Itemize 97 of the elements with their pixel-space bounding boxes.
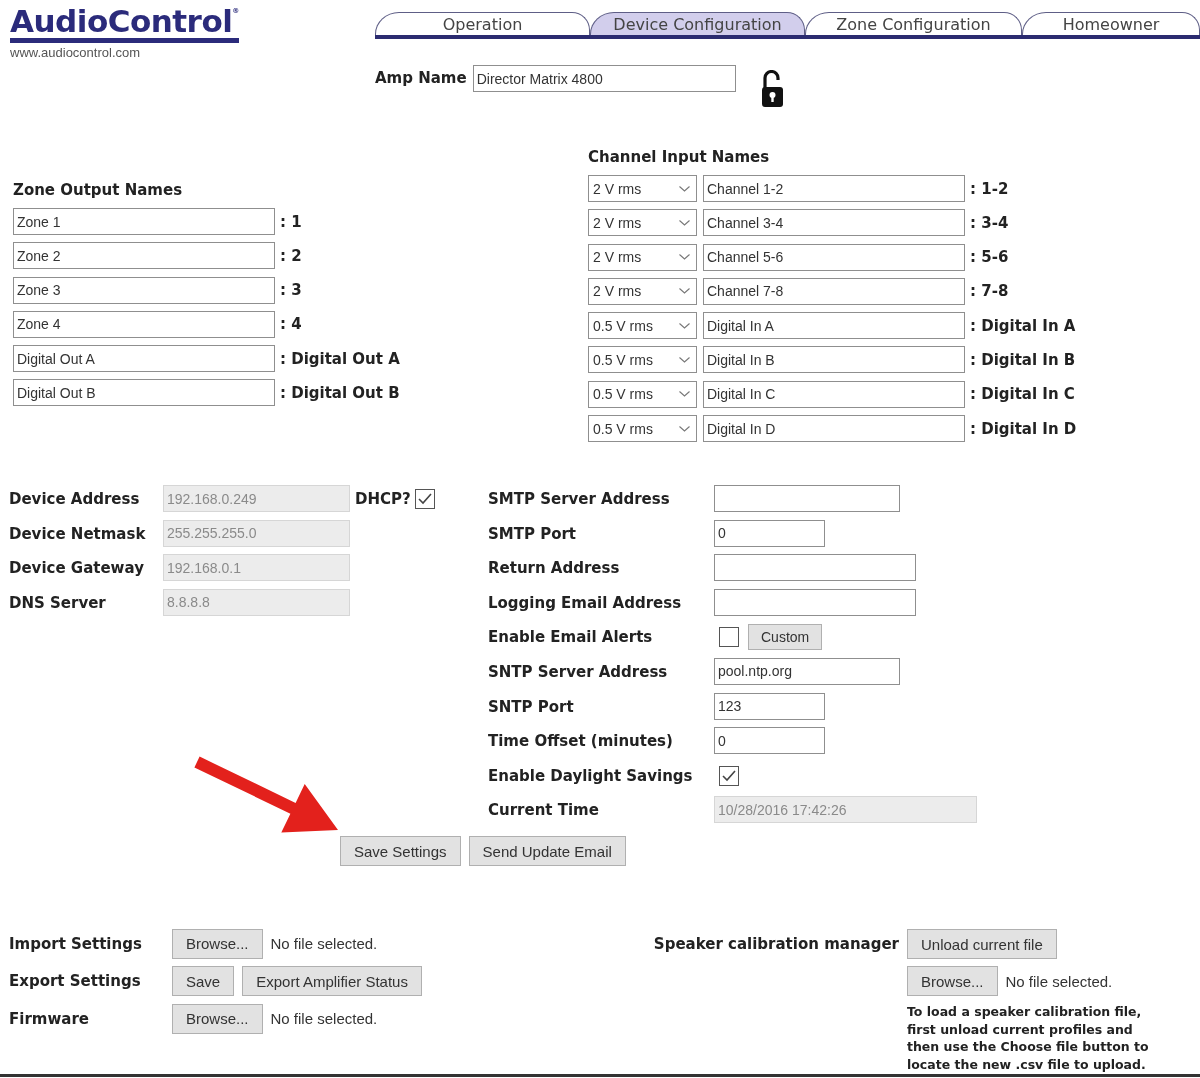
help-text: To load a speaker calibration file, first unload current profiles and then use the Choose file button to locate the new .csv file to upload. <box>907 1003 1150 1073</box>
field-label: SNTP Port <box>488 697 575 716</box>
input-label: : 1-2 <box>970 179 1009 198</box>
action-button[interactable]: Save Settings <box>340 836 461 866</box>
tab[interactable]: Device Configuration <box>590 12 805 35</box>
name-field[interactable]: Digital Out A <box>13 345 275 373</box>
dropdown[interactable]: 0.5 V rms <box>588 312 697 340</box>
custom-button[interactable]: Custom <box>748 624 823 651</box>
field-label: DHCP? <box>355 490 411 508</box>
chevron-down-icon <box>679 219 690 226</box>
field-label: Current Time <box>488 801 600 820</box>
name-field[interactable]: Director Matrix 4800 <box>472 65 736 92</box>
file-button[interactable]: Browse... <box>907 966 998 996</box>
name-field[interactable]: Channel 5-6 <box>703 243 965 271</box>
name-field[interactable]: Channel 3-4 <box>703 209 965 237</box>
dropdown[interactable]: 2 V rms <box>588 175 697 202</box>
chevron-down-icon <box>679 357 690 363</box>
chevron-down-icon <box>679 185 690 192</box>
field-label: Export Settings <box>9 972 142 990</box>
name-field[interactable]: Channel 1-2 <box>703 175 965 202</box>
field-label: Enable Email Alerts <box>488 628 654 647</box>
chevron-down-icon <box>679 288 690 295</box>
name-field[interactable]: Zone 1 <box>13 208 275 235</box>
field-label: SNTP Server Address <box>488 662 669 681</box>
website-text: www.audiocontrol.com <box>10 45 141 60</box>
file-button[interactable]: Browse... <box>172 928 263 959</box>
file-status: No file selected. <box>270 935 378 952</box>
output-label: : 4 <box>280 315 302 334</box>
number-field[interactable]: 0 <box>714 727 825 755</box>
field-label: Enable Daylight Savings <box>488 766 694 785</box>
field-label: Import Settings <box>9 934 143 953</box>
output-label: : Digital Out B <box>280 384 400 402</box>
field-label: DNS Server <box>9 593 107 612</box>
section-heading: Channel Input Names <box>588 148 770 166</box>
file-button[interactable]: Save <box>172 966 235 996</box>
section-heading: Zone Output Names <box>13 181 183 199</box>
dropdown[interactable]: 2 V rms <box>588 209 697 237</box>
input-label: : 5-6 <box>970 248 1009 267</box>
input-label: : 3-4 <box>970 213 1009 232</box>
field-label: Device Address <box>9 490 141 508</box>
output-label: : 2 <box>280 246 302 265</box>
checkbox[interactable] <box>719 627 739 648</box>
address-field[interactable]: pool.ntp.org <box>714 657 900 685</box>
tab[interactable]: Homeowner <box>1022 12 1200 35</box>
name-field[interactable]: Digital In A <box>703 312 965 340</box>
chevron-down-icon <box>679 322 690 329</box>
field-label: SMTP Server Address <box>488 490 671 508</box>
name-field[interactable]: Zone 3 <box>13 276 275 304</box>
dropdown[interactable]: 2 V rms <box>588 277 697 305</box>
unload-button[interactable]: Unload current file <box>907 929 1057 959</box>
output-label: : 3 <box>280 281 302 300</box>
chevron-down-icon <box>679 425 690 432</box>
action-button[interactable]: Send Update Email <box>468 836 626 866</box>
name-field[interactable]: Digital Out B <box>13 379 275 407</box>
input-label: : Digital In D <box>970 419 1077 438</box>
dropdown[interactable]: 2 V rms <box>588 243 697 271</box>
name-field[interactable]: Digital In D <box>703 415 965 443</box>
logo: AudioControl$^{®}$ <box>10 6 239 43</box>
email-field[interactable] <box>714 588 916 616</box>
input-label: : Digital In B <box>970 351 1076 369</box>
output-label: : Digital Out A <box>280 349 400 368</box>
dropdown[interactable]: 0.5 V rms <box>588 415 697 443</box>
file-status: No file selected. <box>1005 972 1113 990</box>
chevron-down-icon <box>679 391 690 398</box>
field-label: SMTP Port <box>488 524 578 543</box>
file-button[interactable]: Browse... <box>172 1003 263 1034</box>
name-field[interactable]: Digital In C <box>703 380 965 408</box>
tab[interactable]: Zone Configuration <box>805 12 1022 35</box>
field-label: Device Gateway <box>9 559 145 578</box>
field-label: Logging Email Address <box>488 593 683 612</box>
checkbox[interactable] <box>414 489 435 509</box>
checkbox[interactable] <box>719 765 739 786</box>
field-label: Return Address <box>488 559 621 578</box>
field-label: Firmware <box>9 1009 90 1028</box>
dropdown[interactable]: 0.5 V rms <box>588 380 697 408</box>
name-field[interactable]: Zone 4 <box>13 310 275 338</box>
name-field[interactable]: Digital In B <box>703 346 965 374</box>
file-status: No file selected. <box>270 1010 378 1027</box>
dropdown[interactable]: 0.5 V rms <box>588 346 697 374</box>
field-label: Amp Name <box>375 68 467 89</box>
field-label: Speaker calibration manager <box>653 935 899 953</box>
field-label: Device Netmask <box>9 524 147 543</box>
name-field[interactable]: Zone 2 <box>13 242 275 270</box>
field-label: Time Offset (minutes) <box>488 732 674 751</box>
address-field[interactable] <box>714 485 900 512</box>
input-label: : Digital In A <box>970 316 1076 335</box>
input-label: : Digital In C <box>970 385 1075 404</box>
name-field[interactable]: Channel 7-8 <box>703 277 965 305</box>
number-field[interactable]: 123 <box>714 692 825 720</box>
file-button[interactable]: Export Amplifier Status <box>242 966 422 996</box>
output-label: : 1 <box>280 212 302 231</box>
number-field[interactable]: 0 <box>714 519 825 547</box>
email-field[interactable] <box>714 554 916 582</box>
chevron-down-icon <box>679 254 690 261</box>
input-label: : 7-8 <box>970 282 1009 301</box>
open-lock-icon[interactable] <box>759 70 784 108</box>
tab[interactable]: Operation <box>375 12 590 35</box>
